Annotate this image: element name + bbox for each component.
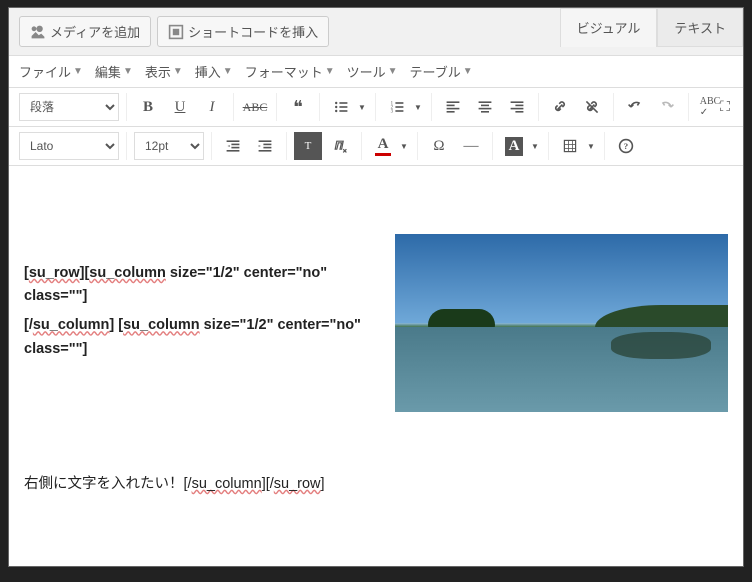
tab-visual[interactable]: ビジュアル (560, 8, 658, 47)
menu-format[interactable]: フォーマット▼ (245, 62, 335, 81)
fullscreen-button[interactable]: ⛶ (715, 96, 735, 116)
inserted-image[interactable] (395, 234, 728, 412)
insert-shortcode-button[interactable]: ショートコードを挿入 (157, 16, 329, 47)
toolbar-row-1: 段落 B U I ABC ❝ ▼ 123 ▼ ABC✓ ⛶ (9, 88, 743, 127)
insert-shortcode-label: ショートコードを挿入 (188, 22, 318, 41)
menu-insert[interactable]: 挿入▼ (195, 62, 233, 81)
special-char-button[interactable]: Ω (425, 132, 453, 160)
menubar: ファイル▼ 編集▼ 表示▼ 挿入▼ フォーマット▼ ツール▼ テーブル▼ (9, 55, 743, 88)
chevron-down-icon: ▼ (123, 66, 133, 77)
separator (431, 93, 432, 121)
chevron-down-icon: ▼ (388, 66, 398, 77)
chevron-down-icon: ▼ (73, 66, 83, 77)
table-button[interactable] (556, 132, 584, 160)
unlink-button[interactable] (578, 93, 606, 121)
font-select[interactable]: Lato (19, 132, 119, 160)
bg-color-dropdown[interactable]: ▼ (529, 132, 541, 160)
bold-button[interactable]: B (134, 93, 162, 121)
separator (417, 132, 418, 160)
svg-text:3: 3 (391, 110, 394, 115)
separator (688, 93, 689, 121)
hr-button[interactable]: — (457, 132, 485, 160)
separator (375, 93, 376, 121)
editor-wrap: メディアを追加 ショートコードを挿入 ビジュアル テキスト ファイル▼ 編集▼ … (8, 7, 744, 567)
content-line-3: 右側に文字を入れたい！[/su_column][/su_row] (24, 473, 728, 496)
separator (604, 132, 605, 160)
align-center-button[interactable] (471, 93, 499, 121)
chevron-down-icon: ▼ (173, 66, 183, 77)
blockquote-icon[interactable]: ❝ (284, 93, 312, 121)
bullet-list-dropdown[interactable]: ▼ (356, 93, 368, 121)
text-color-dropdown[interactable]: ▼ (398, 132, 410, 160)
separator (233, 93, 234, 121)
chevron-down-icon: ▼ (325, 66, 335, 77)
menu-tool[interactable]: ツール▼ (347, 62, 398, 81)
underline-button[interactable]: U (166, 93, 194, 121)
add-media-button[interactable]: メディアを追加 (19, 16, 151, 47)
chevron-down-icon: ▼ (463, 66, 473, 77)
align-left-button[interactable] (439, 93, 467, 121)
clear-format-button[interactable] (326, 132, 354, 160)
font-size-select[interactable]: 12pt (134, 132, 204, 160)
italic-button[interactable]: I (198, 93, 226, 121)
editor-content[interactable]: [su_row][su_column size="1/2" center="no… (9, 166, 743, 567)
separator (276, 93, 277, 121)
separator (126, 93, 127, 121)
top-row: メディアを追加 ショートコードを挿入 ビジュアル テキスト (9, 8, 743, 55)
paste-text-button[interactable]: T (294, 132, 322, 160)
menu-file[interactable]: ファイル▼ (19, 62, 83, 81)
bg-color-button[interactable]: A (500, 132, 528, 160)
number-list-dropdown[interactable]: ▼ (412, 93, 424, 121)
chevron-down-icon: ▼ (223, 66, 233, 77)
indent-button[interactable] (251, 132, 279, 160)
separator (126, 132, 127, 160)
top-left-buttons: メディアを追加 ショートコードを挿入 (19, 16, 329, 47)
toolbar-row-2: Lato 12pt T A ▼ Ω — A ▼ ▼ ? (9, 127, 743, 166)
bullet-list-button[interactable] (327, 93, 355, 121)
help-button[interactable]: ? (612, 132, 640, 160)
add-media-label: メディアを追加 (50, 22, 140, 41)
redo-button[interactable] (653, 93, 681, 121)
shortcode-icon (168, 24, 184, 40)
separator (361, 132, 362, 160)
menu-edit[interactable]: 編集▼ (95, 62, 133, 81)
undo-button[interactable] (621, 93, 649, 121)
strikethrough-button[interactable]: ABC (241, 93, 269, 121)
menu-table[interactable]: テーブル▼ (410, 62, 473, 81)
tab-text[interactable]: テキスト (657, 8, 743, 47)
media-icon (30, 24, 46, 40)
separator (538, 93, 539, 121)
svg-text:?: ? (624, 141, 628, 151)
outdent-button[interactable] (219, 132, 247, 160)
separator (492, 132, 493, 160)
link-button[interactable] (546, 93, 574, 121)
image-reflection (611, 332, 711, 359)
separator (211, 132, 212, 160)
align-right-button[interactable] (503, 93, 531, 121)
separator (548, 132, 549, 160)
editor-tabs: ビジュアル テキスト (560, 8, 743, 47)
separator (613, 93, 614, 121)
separator (286, 132, 287, 160)
paragraph-select[interactable]: 段落 (19, 93, 119, 121)
text-color-button[interactable]: A (369, 132, 397, 160)
number-list-button[interactable]: 123 (383, 93, 411, 121)
menu-view[interactable]: 表示▼ (145, 62, 183, 81)
table-dropdown[interactable]: ▼ (585, 132, 597, 160)
separator (319, 93, 320, 121)
